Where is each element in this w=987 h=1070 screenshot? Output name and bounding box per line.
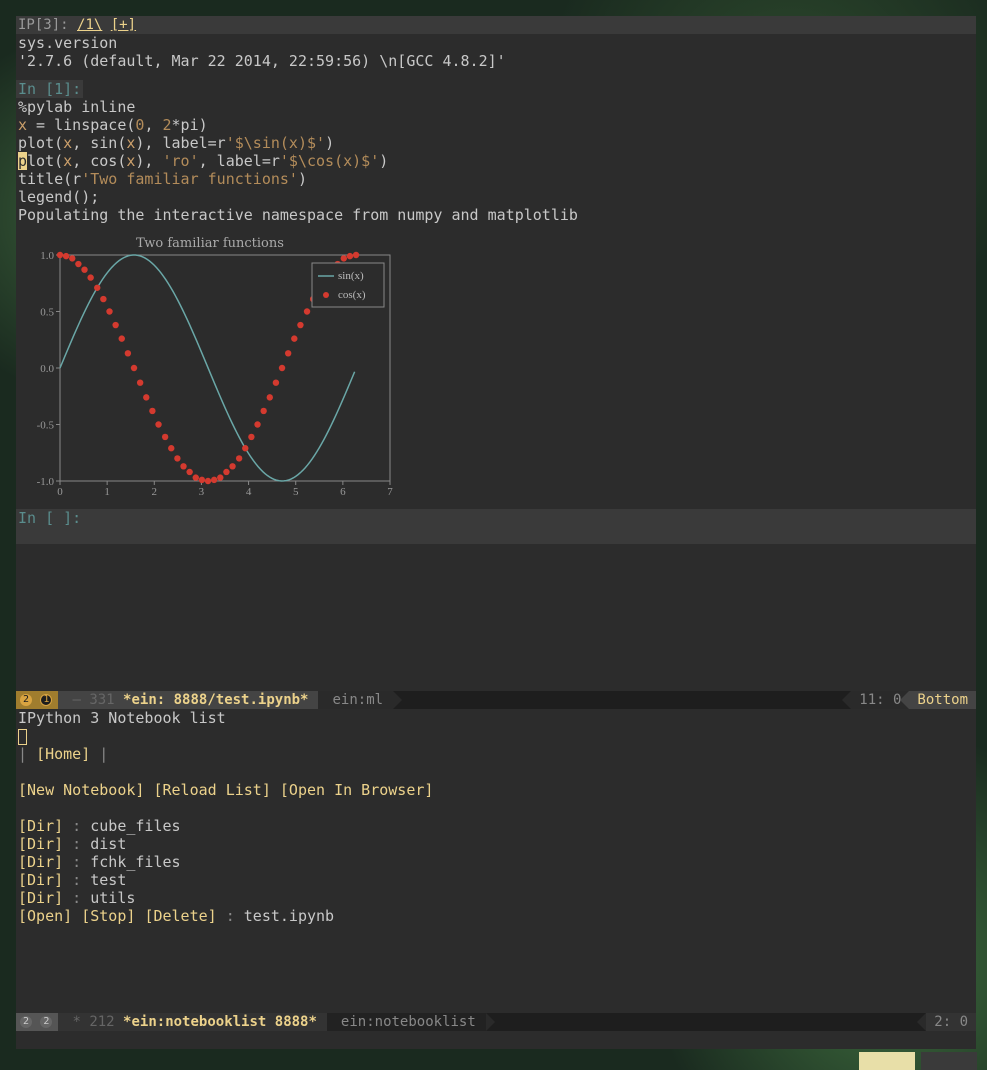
svg-text:1.0: 1.0 — [40, 251, 54, 262]
new-notebook-button[interactable]: [New Notebook] — [18, 781, 144, 799]
svg-text:-1.0: -1.0 — [37, 476, 55, 488]
svg-text:0.0: 0.0 — [40, 363, 54, 375]
stop-button[interactable]: [Stop] — [81, 907, 135, 925]
worksheet-tab-bar: IP[3]: /1\ [+] — [16, 16, 976, 34]
open-browser-button[interactable]: [Open In Browser] — [280, 781, 434, 799]
code-line[interactable]: sys.version — [16, 34, 976, 52]
nb-dir-row: [Dir] : dist — [18, 835, 974, 853]
tab-active[interactable]: /1\ — [77, 17, 102, 33]
delete-button[interactable]: [Delete] — [144, 907, 216, 925]
dir-link[interactable]: [Dir] — [18, 835, 63, 853]
ml-mode: ein:ml — [318, 691, 393, 709]
taskbar-stub — [859, 1052, 977, 1070]
nb-file-row: [Open] [Stop] [Delete] : test.ipynb — [18, 907, 974, 925]
code-line[interactable]: plot(x, sin(x), label=r'$\sin(x)$') — [16, 134, 976, 152]
dir-link[interactable]: [Dir] — [18, 853, 63, 871]
dir-name: fchk_files — [90, 853, 180, 871]
chart-title: Two familiar functions — [20, 234, 400, 251]
tab-add[interactable]: [+] — [111, 17, 136, 33]
ml-location: Bottom — [909, 691, 976, 709]
modeline-top: 2 1 — 331 *ein: 8888/test.ipynb* ein:ml … — [16, 691, 976, 709]
tab-label: IP[3]: — [18, 17, 69, 33]
svg-text:-0.5: -0.5 — [37, 420, 55, 432]
code-line[interactable]: %pylab inline — [16, 98, 976, 116]
dir-link[interactable]: [Dir] — [18, 817, 63, 835]
ml-mode: ein:notebooklist — [327, 1013, 486, 1031]
svg-text:6: 6 — [340, 486, 346, 498]
dir-name: utils — [90, 889, 135, 907]
chart-svg: 0 1 2 3 4 5 6 7 -1.0 -0.5 0.0 0.5 1.0 sin(x) cos(x) — [20, 251, 400, 499]
ml-file: * 212 *ein:notebooklist 8888* — [58, 1013, 326, 1031]
home-link[interactable]: [Home] — [36, 745, 90, 763]
dir-link[interactable]: [Dir] — [18, 871, 63, 889]
nb-dir-row: [Dir] : utils — [18, 889, 974, 907]
file-name: test.ipynb — [244, 907, 334, 925]
dir-name: test — [90, 871, 126, 889]
dir-name: dist — [90, 835, 126, 853]
text-cursor — [18, 729, 27, 745]
svg-text:7: 7 — [387, 486, 393, 498]
svg-text:5: 5 — [293, 486, 299, 498]
code-line[interactable]: title(r'Two familiar functions') — [16, 170, 976, 188]
nb-breadcrumb: | [Home] | — [18, 745, 974, 763]
in-prompt: In [ ]: — [16, 509, 83, 527]
output-text: Populating the interactive namespace fro… — [16, 206, 976, 224]
code-line[interactable]: plot(x, cos(x), 'ro', label=r'$\cos(x)$'… — [16, 152, 976, 170]
dir-link[interactable]: [Dir] — [18, 889, 63, 907]
svg-text:cos(x): cos(x) — [338, 289, 366, 301]
nb-actions: [New Notebook] [Reload List] [Open In Br… — [18, 781, 974, 799]
nb-dir-row: [Dir] : cube_files — [18, 817, 974, 835]
minibuffer[interactable] — [16, 1031, 976, 1049]
emacs-window: IP[3]: /1\ [+] sys.version '2.7.6 (defau… — [16, 16, 976, 1049]
buffer-name: *ein: 8888/test.ipynb* — [123, 692, 308, 708]
svg-text:1: 1 — [104, 486, 110, 498]
svg-text:2: 2 — [152, 486, 158, 498]
in-prompt: In [1]: — [16, 80, 83, 98]
plot-output: Two familiar functions 01234567-1.0-0.50… — [20, 234, 400, 499]
output-text: '2.7.6 (default, Mar 22 2014, 22:59:56) … — [16, 52, 976, 70]
svg-text:4: 4 — [246, 486, 252, 498]
nb-dir-row: [Dir] : fchk_files — [18, 853, 974, 871]
modeline-bottom: 2 2 * 212 *ein:notebooklist 8888* ein:no… — [16, 1013, 976, 1031]
dir-name: cube_files — [90, 817, 180, 835]
svg-text:0: 0 — [57, 486, 63, 498]
cell-2[interactable]: In [1]: %pylab inline x = linspace(0, 2*… — [16, 80, 976, 499]
ml-badges: 2 2 — [16, 1013, 58, 1031]
code-line[interactable]: legend(); — [16, 188, 976, 206]
cell-1-output: sys.version '2.7.6 (default, Mar 22 2014… — [16, 34, 976, 74]
nb-list-title: IPython 3 Notebook list — [18, 709, 974, 727]
buffer-name: *ein:notebooklist 8888* — [123, 1014, 317, 1030]
nb-dir-row: [Dir] : test — [18, 871, 974, 889]
code-line[interactable]: x = linspace(0, 2*pi) — [16, 116, 976, 134]
ml-position: 2: 0 — [926, 1013, 976, 1031]
text-cursor: p — [18, 152, 27, 170]
open-button[interactable]: [Open] — [18, 907, 72, 925]
svg-text:0.5: 0.5 — [40, 307, 54, 319]
ml-file: — 331 *ein: 8888/test.ipynb* — [58, 691, 318, 709]
ml-badges: 2 1 — [16, 691, 58, 709]
svg-text:sin(x): sin(x) — [338, 270, 364, 282]
svg-text:3: 3 — [199, 486, 205, 498]
cell-3-empty[interactable]: In [ ]: — [16, 509, 976, 544]
reload-list-button[interactable]: [Reload List] — [153, 781, 270, 799]
notebook-list-buffer[interactable]: IPython 3 Notebook list | [Home] | [New … — [16, 709, 976, 1013]
notebook-buffer[interactable]: IP[3]: /1\ [+] sys.version '2.7.6 (defau… — [16, 16, 976, 691]
